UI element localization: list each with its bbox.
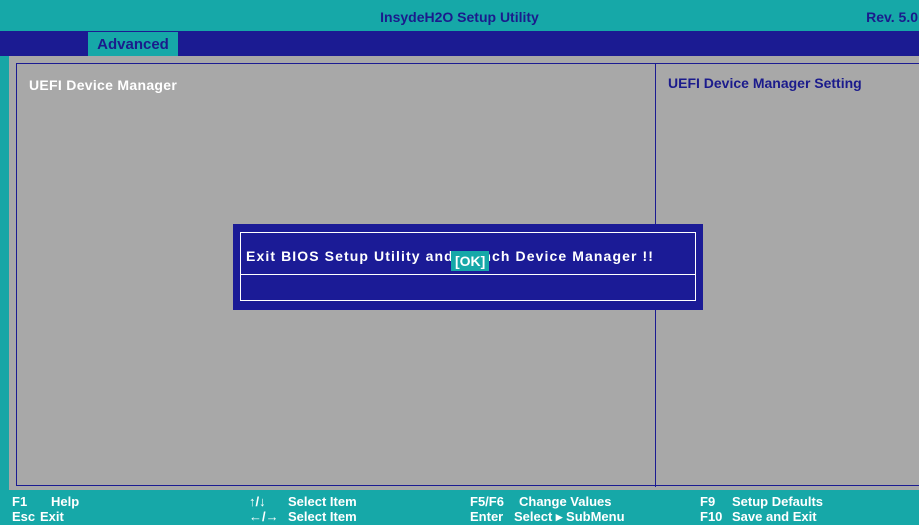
dialog-frame: Exit BIOS Setup Utility and launch Devic… — [240, 232, 696, 301]
key-action: Exit — [40, 509, 64, 524]
footer-key-select-item-horizontal: ←/→ Select Item — [249, 509, 357, 524]
title-bar: InsydeH2O Setup Utility Rev. 5.0 — [0, 0, 919, 31]
key-label: ↑/↓ — [249, 494, 266, 509]
key-label: F5/F6 — [470, 494, 504, 509]
help-panel-title: UEFI Device Manager Setting — [668, 75, 862, 91]
key-label: F9 — [700, 494, 716, 509]
footer-key-help: F1 Help — [12, 494, 79, 509]
key-label: Enter — [470, 509, 504, 524]
footer-key-save-exit: F10 Save and Exit — [700, 509, 817, 524]
footer-key-select-submenu: Enter Select ▸ SubMenu — [470, 509, 625, 525]
key-label: Esc — [12, 509, 36, 524]
footer-key-change-values: F5/F6 Change Values — [470, 494, 611, 509]
key-action: Save and Exit — [732, 509, 817, 524]
app-title: InsydeH2O Setup Utility — [380, 9, 539, 25]
tab-advanced[interactable]: Advanced — [88, 32, 178, 56]
footer-key-select-item-vertical: ↑/↓ Select Item — [249, 494, 357, 509]
ok-button[interactable]: [OK] — [451, 251, 490, 271]
key-action: Change Values — [519, 494, 612, 509]
key-help-footer: F1 Help Esc Exit ↑/↓ Select Item ←/→ Select … — [0, 490, 919, 525]
key-label: F10 — [700, 509, 723, 524]
footer-key-setup-defaults: F9 Setup Defaults — [700, 494, 823, 509]
key-action: Setup Defaults — [732, 494, 824, 509]
key-label: ←/→ — [249, 509, 279, 524]
page-title[interactable]: UEFI Device Manager — [29, 77, 177, 93]
key-action: Select Item — [288, 494, 357, 509]
key-action: Select ▸ SubMenu — [514, 509, 625, 524]
dialog-divider — [241, 274, 695, 275]
confirm-dialog: Exit BIOS Setup Utility and launch Devic… — [233, 224, 703, 310]
footer-key-exit: Esc Exit — [12, 509, 64, 524]
menu-bar: Advanced — [0, 31, 919, 56]
revision-label: Rev. 5.0 — [866, 9, 918, 25]
key-action: Help — [51, 494, 80, 509]
key-label: F1 — [12, 494, 28, 509]
key-action: Select Item — [288, 509, 357, 524]
